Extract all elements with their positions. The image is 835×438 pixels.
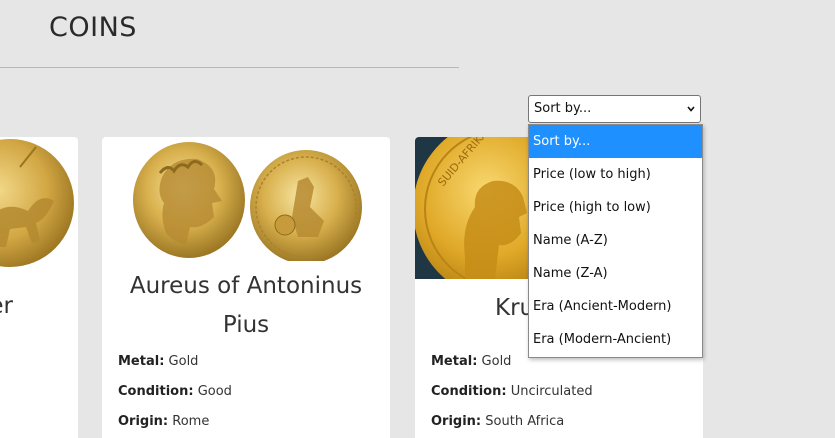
sort-option-name-asc[interactable]: Name (A-Z) bbox=[529, 224, 702, 257]
sort-option-name-desc[interactable]: Name (Z-A) bbox=[529, 257, 702, 290]
page-title: COINS bbox=[49, 12, 137, 43]
condition-row: Condition: Good bbox=[118, 377, 232, 407]
origin-label: Origin: bbox=[118, 414, 169, 429]
coin-image bbox=[133, 142, 362, 261]
coin-card[interactable]: Aureus of Antoninus Pius Metal: Gold Con… bbox=[102, 137, 390, 438]
sort-option-era-asc[interactable]: Era (Ancient-Modern) bbox=[529, 290, 702, 323]
origin-value: South Africa bbox=[485, 414, 565, 429]
metal-row: Metal: Gold bbox=[118, 347, 232, 377]
sort-option-era-desc[interactable]: Era (Modern-Ancient) bbox=[529, 323, 702, 356]
sort-select-value: Sort by... bbox=[534, 101, 592, 116]
metal-value: Gold bbox=[168, 354, 199, 369]
condition-label: Condition: bbox=[431, 384, 507, 399]
coin-name: Aureus of Antoninus Pius bbox=[129, 273, 363, 338]
coin-details: Metal: Gold Condition: Uncirculated Orig… bbox=[431, 347, 593, 437]
title-divider bbox=[0, 67, 459, 68]
sort-option-default[interactable]: Sort by... bbox=[529, 125, 702, 158]
condition-value: Uncirculated bbox=[510, 384, 593, 399]
condition-label: Condition: bbox=[118, 384, 194, 399]
sort-option-price-desc[interactable]: Price (high to low) bbox=[529, 191, 702, 224]
condition-row: Condition: Uncirculated bbox=[431, 377, 593, 407]
origin-value: Rome bbox=[172, 414, 210, 429]
condition-value: Good bbox=[197, 384, 232, 399]
page: COINS er bbox=[0, 0, 835, 438]
origin-label: Origin: bbox=[431, 414, 482, 429]
metal-value: Gold bbox=[481, 354, 512, 369]
coin-details: Metal: Gold Condition: Good Origin: Rome bbox=[118, 347, 232, 437]
origin-row: Origin: South Africa bbox=[431, 407, 593, 437]
coin-card[interactable]: er bbox=[0, 137, 78, 438]
sort-dropdown: Sort by... Price (low to high) Price (hi… bbox=[528, 124, 703, 358]
coin-image bbox=[0, 139, 74, 267]
chevron-down-icon bbox=[687, 106, 695, 112]
metal-label: Metal: bbox=[431, 354, 478, 369]
coin-name: er bbox=[0, 293, 13, 319]
metal-label: Metal: bbox=[118, 354, 165, 369]
origin-row: Origin: Rome bbox=[118, 407, 232, 437]
sort-option-price-asc[interactable]: Price (low to high) bbox=[529, 158, 702, 191]
sort-select[interactable]: Sort by... bbox=[528, 95, 701, 123]
